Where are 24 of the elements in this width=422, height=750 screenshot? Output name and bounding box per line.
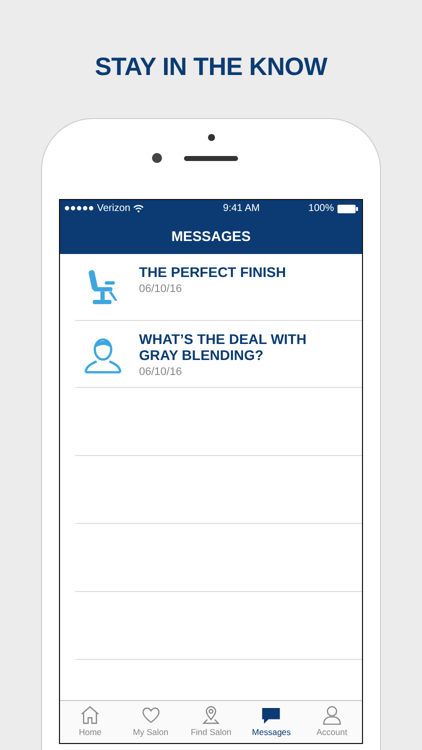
tab[interactable]: Home <box>60 701 120 743</box>
headline: STAY IN THE KNOW <box>94 52 328 82</box>
carrier-text: ●●●●● Verizon <box>64 203 130 214</box>
tab[interactable]: Account <box>302 701 362 743</box>
message-item[interactable]: THE PERFECT FINISH 06/10/16 <box>75 254 362 321</box>
wifi-icon <box>133 204 144 213</box>
battery-text: 100% <box>308 203 334 214</box>
camera-icon <box>152 153 162 163</box>
map-pin-icon <box>200 704 222 726</box>
battery-icon <box>337 204 358 214</box>
message-date: 06/10/16 <box>139 366 183 378</box>
message-title: WHAT’S THE DEAL WITH GRAY BLENDING? <box>139 331 308 363</box>
tab[interactable]: Find Salon <box>180 701 242 743</box>
person-icon <box>320 704 343 726</box>
clock-text: 9:41 AM <box>222 203 260 214</box>
home-icon <box>79 704 102 726</box>
message-title: THE PERFECT FINISH <box>139 264 288 280</box>
message-date: 06/10/16 <box>139 283 183 295</box>
tab[interactable]: My Salon <box>120 701 181 743</box>
sensor-icon <box>208 134 214 141</box>
speaker-icon <box>184 156 238 161</box>
screen-title: MESSAGES <box>171 228 251 244</box>
tab[interactable]: Messages <box>241 701 302 743</box>
message-item[interactable]: WHAT’S THE DEAL WITH GRAY BLENDING? 06/10/16 <box>75 321 362 388</box>
